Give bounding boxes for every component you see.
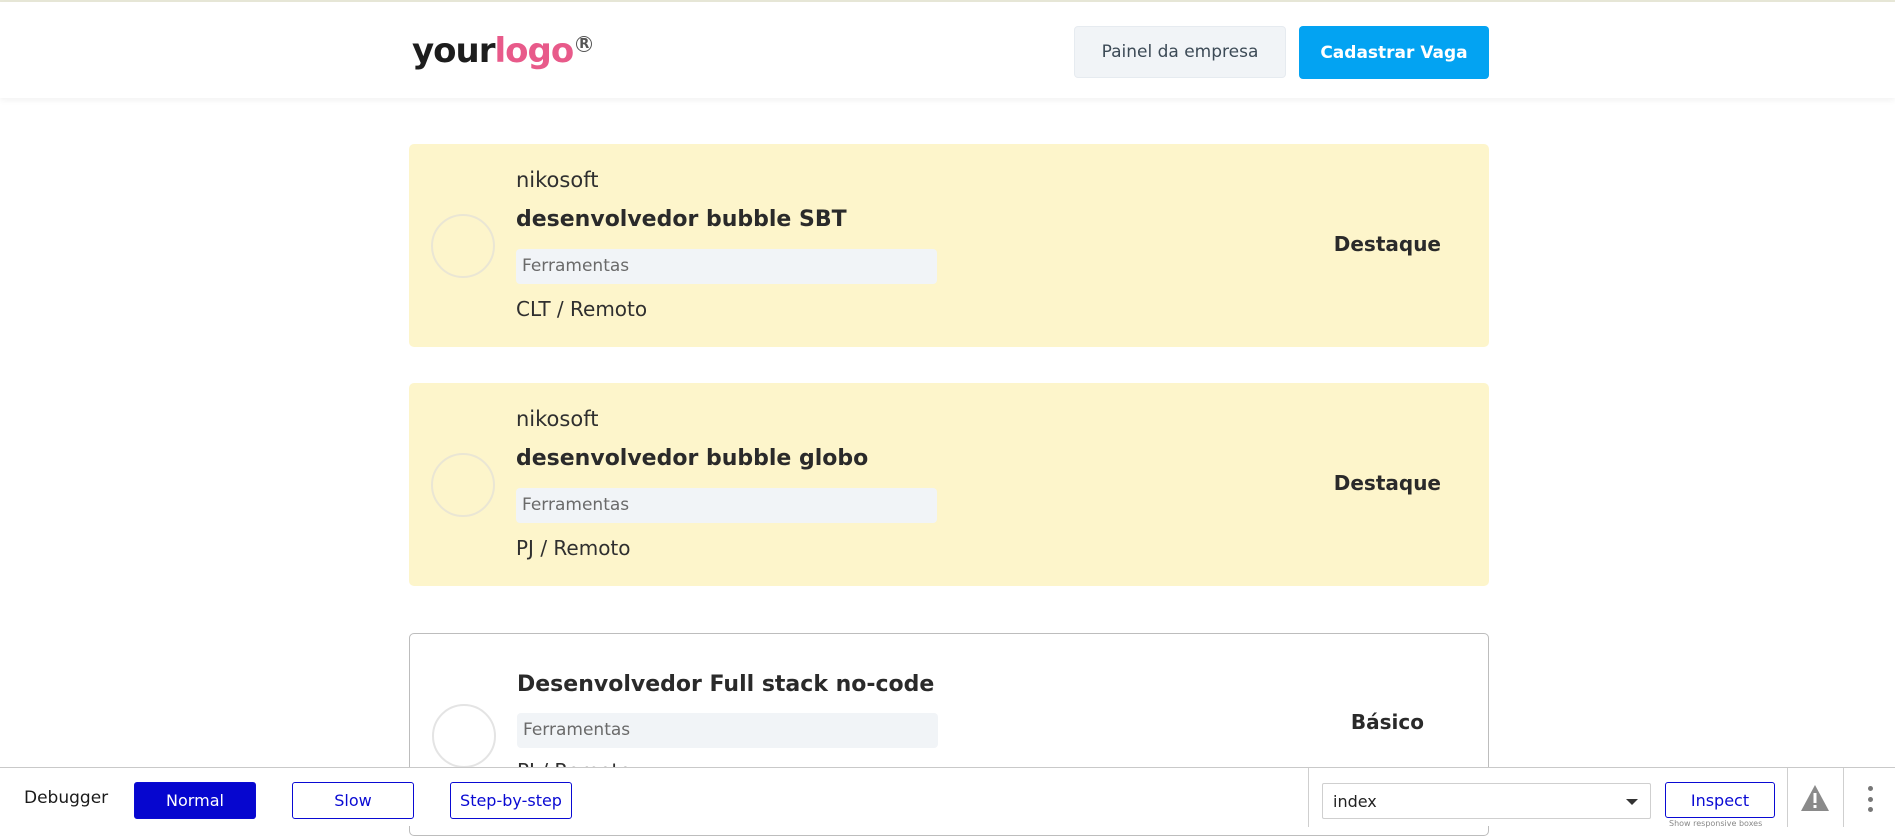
job-regime: CLT / Remoto	[516, 297, 648, 321]
more-vertical-icon[interactable]	[1866, 786, 1874, 812]
job-card[interactable]: nikosoft desenvolvedor bubble globo Ferr…	[409, 383, 1489, 586]
divider	[1308, 768, 1309, 827]
plan-badge: Básico	[1350, 710, 1424, 734]
company-avatar	[432, 704, 496, 768]
site-logo[interactable]: your logo R	[412, 28, 593, 74]
slow-mode-button[interactable]: Slow	[292, 782, 414, 819]
job-regime: PJ / Remoto	[516, 536, 631, 560]
logo-logo-text: logo	[494, 31, 575, 71]
company-avatar	[431, 214, 495, 278]
tools-tag: Ferramentas	[516, 249, 937, 284]
painel-empresa-button[interactable]: Painel da empresa	[1074, 26, 1286, 78]
job-title[interactable]: desenvolvedor bubble globo	[516, 446, 868, 471]
responsive-boxes-hint[interactable]: Show responsive boxes	[1669, 819, 1762, 828]
plan-badge: Destaque	[1333, 471, 1441, 495]
page-select-value: index	[1333, 792, 1377, 811]
debugger-label: Debugger	[24, 788, 109, 808]
company-name: nikosoft	[516, 168, 599, 192]
divider	[1843, 768, 1844, 827]
normal-mode-button[interactable]: Normal	[134, 782, 256, 819]
site-header: your logo R Painel da empresa Cadastrar Va…	[0, 2, 1895, 98]
job-card[interactable]: nikosoft desenvolvedor bubble SBT Ferram…	[409, 144, 1489, 347]
job-title[interactable]: desenvolvedor bubble SBT	[516, 207, 847, 232]
cadastrar-vaga-button[interactable]: Cadastrar Vaga	[1299, 26, 1489, 79]
step-by-step-button[interactable]: Step-by-step	[450, 782, 572, 819]
job-title[interactable]: Desenvolvedor Full stack no-code	[517, 672, 934, 697]
tools-tag: Ferramentas	[517, 713, 938, 748]
logo-your-text: your	[412, 31, 495, 71]
tools-tag: Ferramentas	[516, 488, 937, 523]
company-name: nikosoft	[516, 407, 599, 431]
plan-badge: Destaque	[1333, 232, 1441, 256]
page-select[interactable]: index	[1322, 783, 1651, 819]
company-avatar	[431, 453, 495, 517]
debugger-bar: Debugger Normal Slow Step-by-step index …	[0, 767, 1895, 828]
registered-icon: R	[576, 36, 593, 52]
inspect-button[interactable]: Inspect	[1665, 782, 1775, 818]
warning-icon[interactable]	[1800, 784, 1830, 812]
chevron-down-icon	[1626, 799, 1638, 805]
divider	[1787, 768, 1788, 827]
